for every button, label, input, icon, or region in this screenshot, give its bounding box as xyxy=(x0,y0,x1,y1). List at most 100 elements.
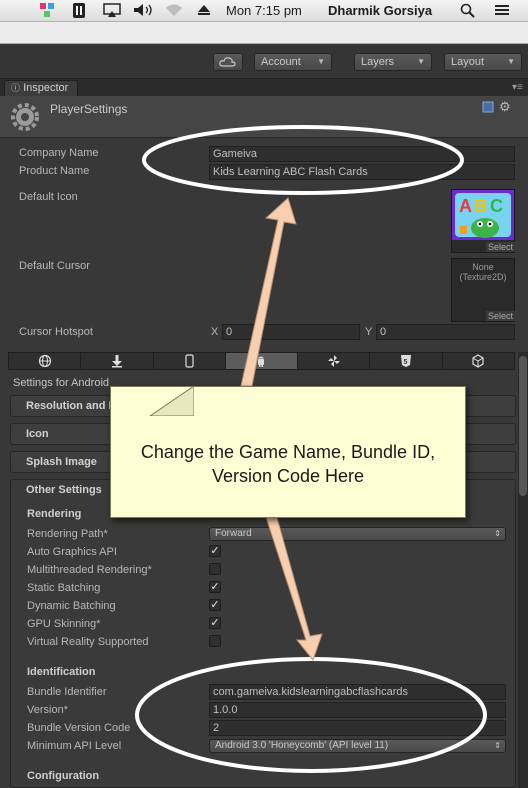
layers-label: Layers xyxy=(361,56,395,68)
hotspot-y-field[interactable]: 0 xyxy=(376,324,515,340)
gpu-skinning-label: GPU Skinning* xyxy=(27,618,101,630)
chevron-down-icon: ▼ xyxy=(417,57,425,66)
dynamic-batching-label: Dynamic Batching xyxy=(27,600,116,612)
min-api-level-dropdown[interactable]: Android 3.0 'Honeycomb' (API level 11) ⇕ xyxy=(209,739,506,753)
settings-for-label: Settings for Android xyxy=(13,377,110,389)
mac-menu-bar: Mon 7:15 pm Dharmik Gorsiya xyxy=(0,0,528,22)
airplay-icon[interactable] xyxy=(103,3,121,19)
tab-box-icon[interactable] xyxy=(443,353,514,369)
tab-download-icon[interactable] xyxy=(81,353,154,369)
bundle-identifier-label: Bundle Identifier xyxy=(27,686,107,698)
select-icon-button[interactable]: Select xyxy=(486,242,516,252)
bundle-version-code-label: Bundle Version Code xyxy=(27,722,131,734)
min-api-level-label: Minimum API Level xyxy=(27,740,122,752)
static-batching-checkbox[interactable]: ✓ xyxy=(209,581,221,593)
rendering-header: Rendering xyxy=(27,508,82,520)
version-label: Version* xyxy=(27,704,68,716)
eject-icon[interactable] xyxy=(197,3,211,19)
select-cursor-button[interactable]: Select xyxy=(486,311,516,321)
rendering-path-dropdown[interactable]: Forward ⇕ xyxy=(209,527,506,541)
auto-graphics-label: Auto Graphics API xyxy=(27,546,117,558)
svg-text:C: C xyxy=(490,196,503,216)
list-icon[interactable] xyxy=(494,3,510,19)
static-batching-label: Static Batching xyxy=(27,582,101,594)
cloud-button[interactable] xyxy=(213,53,243,71)
settings-gear-icon[interactable]: ⚙ xyxy=(499,99,511,115)
tab-standalone-globe-icon[interactable] xyxy=(9,353,82,369)
configuration-header: Configuration xyxy=(27,770,100,782)
hotspot-y-label: Y xyxy=(365,326,373,338)
svg-text:B: B xyxy=(474,196,487,216)
layout-label: Layout xyxy=(451,56,485,68)
hotspot-x-field[interactable]: 0 xyxy=(222,324,360,340)
default-cursor-label: Default Cursor xyxy=(19,260,90,272)
callout-line-1: Change the Game Name, Bundle ID, xyxy=(140,442,436,462)
window-title-strip xyxy=(0,22,528,44)
section-splash-label: Splash Image xyxy=(26,456,97,468)
search-icon[interactable] xyxy=(460,3,476,19)
product-name-label: Product Name xyxy=(19,165,90,177)
help-icon[interactable] xyxy=(482,101,494,116)
wifi-icon[interactable] xyxy=(165,3,183,19)
product-name-field[interactable]: Kids Learning ABC Flash Cards xyxy=(209,164,515,180)
multithreaded-label: Multithreaded Rendering* xyxy=(27,564,152,576)
version-field[interactable]: 1.0.0 xyxy=(209,702,506,718)
cursor-type-text: (Texture2D) xyxy=(459,272,507,282)
cursor-none-text: None xyxy=(472,262,494,272)
panel-tab-strip xyxy=(0,79,528,96)
clock-label[interactable]: Mon 7:15 pm xyxy=(226,3,302,19)
account-label: Account xyxy=(261,56,301,68)
company-name-label: Company Name xyxy=(19,147,99,159)
multithreaded-checkbox[interactable] xyxy=(209,563,221,575)
tab-inspector[interactable]: ⓘ Inspector xyxy=(4,80,78,96)
cloud-icon xyxy=(219,57,236,67)
abc-app-icon: A B C xyxy=(452,190,514,240)
company-name-field[interactable]: Gameiva xyxy=(209,146,515,162)
vr-supported-checkbox[interactable] xyxy=(209,635,221,647)
svg-text:5: 5 xyxy=(404,359,408,366)
cursor-hotspot-label: Cursor Hotspot xyxy=(19,326,93,338)
bundle-version-code-field[interactable]: 2 xyxy=(209,720,506,736)
dynamic-batching-checkbox[interactable]: ✓ xyxy=(209,599,221,611)
panel-menu-icon[interactable]: ▾≡ xyxy=(512,82,523,93)
layout-dropdown[interactable]: Layout ▼ xyxy=(444,53,522,71)
tab-pinwheel-icon[interactable] xyxy=(298,353,371,369)
svg-text:A: A xyxy=(459,196,472,216)
chevron-down-icon: ▼ xyxy=(507,57,515,66)
user-name[interactable]: Dharmik Gorsiya xyxy=(328,3,432,19)
default-icon-label: Default Icon xyxy=(19,191,78,203)
scrollbar-thumb[interactable] xyxy=(519,356,527,496)
rendering-path-value: Forward xyxy=(215,528,252,539)
gear-icon xyxy=(10,103,40,134)
callout-line-2: Version Code Here xyxy=(211,466,365,486)
section-icon-label: Icon xyxy=(26,428,49,440)
section-other-label[interactable]: Other Settings xyxy=(26,484,102,496)
unity-toolbar: Account ▼ Layers ▼ Layout ▼ xyxy=(0,45,528,79)
updown-arrow-icon: ⇕ xyxy=(494,529,501,538)
color-picker-icon[interactable] xyxy=(40,3,54,19)
chevron-down-icon: ▼ xyxy=(317,57,325,66)
callout-text: Change the Game Name, Bundle ID, Version… xyxy=(110,440,466,488)
default-cursor-slot[interactable]: None (Texture2D) Select xyxy=(451,258,516,322)
vr-supported-label: Virtual Reality Supported xyxy=(27,636,149,648)
gpu-skinning-checkbox[interactable]: ✓ xyxy=(209,617,221,629)
tab-html5-icon[interactable]: 5 xyxy=(370,353,443,369)
updown-arrow-icon: ⇕ xyxy=(494,741,501,750)
platform-tabs: 5 xyxy=(8,352,515,370)
hotspot-x-label: X xyxy=(211,326,219,338)
tab-android-icon[interactable] xyxy=(225,353,299,369)
inspector-icon: ⓘ xyxy=(11,83,21,93)
tab-inspector-label: Inspector xyxy=(23,82,69,94)
default-icon-slot[interactable]: A B C Select xyxy=(451,189,516,253)
layers-dropdown[interactable]: Layers ▼ xyxy=(354,53,432,71)
bundle-identifier-field[interactable]: com.gameiva.kidslearningabcflashcards xyxy=(209,684,506,700)
volume-icon[interactable] xyxy=(133,3,155,19)
account-dropdown[interactable]: Account ▼ xyxy=(254,53,332,71)
min-api-level-value: Android 3.0 'Honeycomb' (API level 11) xyxy=(215,740,389,751)
plugin-icon[interactable] xyxy=(72,3,86,19)
identification-header: Identification xyxy=(27,666,96,678)
auto-graphics-checkbox[interactable]: ✓ xyxy=(209,545,221,557)
page-title: PlayerSettings xyxy=(50,102,128,116)
tab-phone-icon[interactable] xyxy=(154,353,226,369)
rendering-path-label: Rendering Path* xyxy=(27,528,108,540)
